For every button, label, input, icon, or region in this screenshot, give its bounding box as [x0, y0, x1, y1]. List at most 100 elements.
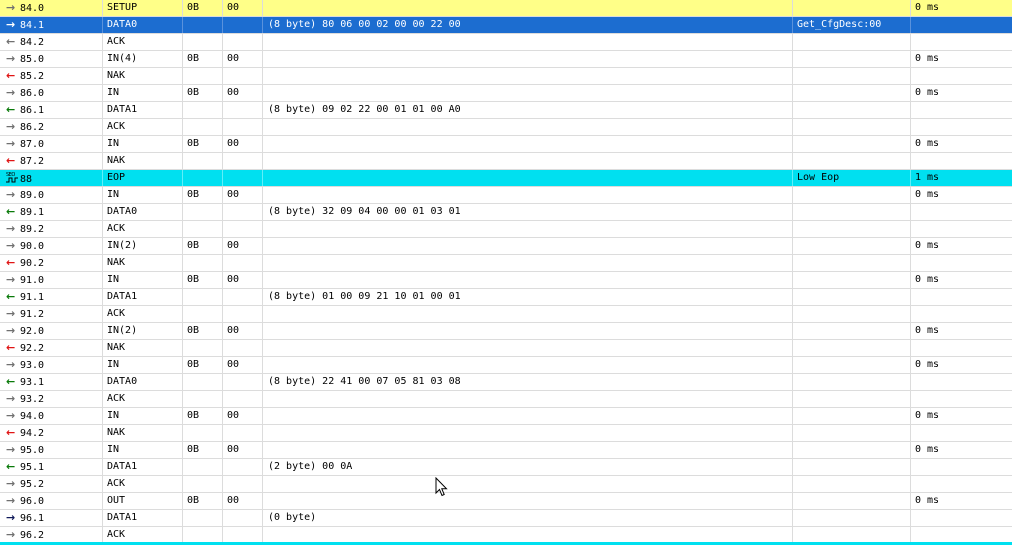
- packet-time: [911, 153, 1012, 169]
- arrow-right-gray-icon: →: [6, 477, 16, 490]
- packet-id: 88: [20, 174, 33, 185]
- packet-id: 96.2: [20, 530, 45, 541]
- device-address: [183, 170, 223, 186]
- packet-row[interactable]: ← 86.1 DATA1 (8 byte) 09 02 22 00 01 01 00 …: [0, 102, 1012, 119]
- endpoint: [223, 391, 263, 407]
- packet-row[interactable]: ← 87.2 NAK: [0, 153, 1012, 170]
- packet-row[interactable]: ← 92.2 NAK: [0, 340, 1012, 357]
- packet-row[interactable]: ← 84.2 ACK: [0, 34, 1012, 51]
- packet-row[interactable]: → 96.0 OUT 0B 00 0 ms: [0, 493, 1012, 510]
- packet-id: 89.2: [20, 224, 45, 235]
- packet-row[interactable]: → 89.2 ACK: [0, 221, 1012, 238]
- packet-row[interactable]: → 95.0 IN 0B 00 0 ms: [0, 442, 1012, 459]
- packet-row[interactable]: ← 93.1 DATA0 (8 byte) 22 41 00 07 05 81 03 …: [0, 374, 1012, 391]
- device-address: [183, 289, 223, 305]
- packet-row[interactable]: → 90.0 IN(2) 0B 00 0 ms: [0, 238, 1012, 255]
- packet-description: Low Eop: [793, 170, 911, 186]
- packet-description: [793, 493, 911, 509]
- packet-row[interactable]: → 89.0 IN 0B 00 0 ms: [0, 187, 1012, 204]
- packet-description: [793, 0, 911, 16]
- packet-id-cell: → 91.2: [0, 306, 103, 322]
- packet-description: [793, 272, 911, 288]
- packet-time: [911, 340, 1012, 356]
- device-address: 0B: [183, 272, 223, 288]
- packet-type: DATA0: [103, 17, 183, 33]
- packet-row[interactable]: ← 91.1 DATA1 (8 byte) 01 00 09 21 10 01 00 …: [0, 289, 1012, 306]
- arrow-left-gray-icon: ←: [6, 35, 16, 48]
- packet-time: 0 ms: [915, 325, 940, 336]
- packet-row[interactable]: → 95.2 ACK: [0, 476, 1012, 493]
- packet-row[interactable]: → 84.1 DATA0 (8 byte) 80 06 00 02 00 00 22 …: [0, 17, 1012, 34]
- packet-time: [911, 374, 1012, 390]
- packet-row[interactable]: ← 95.1 DATA1 (2 byte) 00 0A: [0, 459, 1012, 476]
- packet-row[interactable]: ← 89.1 DATA0 (8 byte) 32 09 04 00 00 01 03 …: [0, 204, 1012, 221]
- packet-time: [911, 391, 1012, 407]
- packet-row[interactable]: → 94.0 IN 0B 00 0 ms: [0, 408, 1012, 425]
- packet-time: [911, 119, 1012, 135]
- packet-row[interactable]: SEO 88 EOP Low Eop 1 ms: [0, 170, 1012, 187]
- packet-id-cell: ← 95.1: [0, 459, 103, 475]
- device-address: [183, 221, 223, 237]
- arrow-left-red-icon: ←: [6, 256, 16, 269]
- packet-row[interactable]: → 91.2 ACK: [0, 306, 1012, 323]
- packet-id-cell: → 89.2: [0, 221, 103, 237]
- packet-row[interactable]: ← 90.2 NAK: [0, 255, 1012, 272]
- packet-data: [263, 119, 793, 135]
- packet-id-cell: ← 93.1: [0, 374, 103, 390]
- packet-id: 86.2: [20, 122, 45, 133]
- packet-row[interactable]: → 87.0 IN 0B 00 0 ms: [0, 136, 1012, 153]
- packet-row[interactable]: → 93.0 IN 0B 00 0 ms: [0, 357, 1012, 374]
- packet-id-cell: → 86.2: [0, 119, 103, 135]
- arrow-left-green-icon: ←: [6, 290, 16, 303]
- arrow-right-gray-icon: →: [6, 137, 16, 150]
- packet-row[interactable]: → 93.2 ACK: [0, 391, 1012, 408]
- packet-data: [263, 476, 793, 492]
- packet-data: (8 byte) 22 41 00 07 05 81 03 08: [263, 374, 793, 390]
- packet-description: [793, 323, 911, 339]
- packet-description: [793, 510, 911, 526]
- sof-icon: SEO: [6, 171, 20, 183]
- packet-data: [263, 85, 793, 101]
- endpoint: [223, 289, 263, 305]
- packet-row[interactable]: ← 94.2 NAK: [0, 425, 1012, 442]
- packet-type: EOP: [103, 170, 183, 186]
- packet-data: (8 byte) 09 02 22 00 01 01 00 A0: [263, 102, 793, 118]
- arrow-right-gray-icon: →: [6, 222, 16, 235]
- packet-type: ACK: [103, 476, 183, 492]
- packet-id-cell: ← 85.2: [0, 68, 103, 84]
- packet-time: 0 ms: [915, 444, 940, 455]
- packet-type: IN(2): [103, 323, 183, 339]
- packet-id: 94.0: [20, 411, 45, 422]
- packet-time: [911, 510, 1012, 526]
- packet-data: [263, 34, 793, 50]
- packet-type: DATA0: [103, 374, 183, 390]
- packet-row[interactable]: → 84.0 SETUP 0B 00 0 ms: [0, 0, 1012, 17]
- packet-row[interactable]: → 85.0 IN(4) 0B 00 0 ms: [0, 51, 1012, 68]
- packet-row[interactable]: → 92.0 IN(2) 0B 00 0 ms: [0, 323, 1012, 340]
- device-address: [183, 306, 223, 322]
- device-address: [183, 17, 223, 33]
- arrow-right-gray-icon: →: [6, 409, 16, 422]
- packet-row[interactable]: → 86.0 IN 0B 00 0 ms: [0, 85, 1012, 102]
- packet-data: [263, 306, 793, 322]
- packet-row[interactable]: → 86.2 ACK: [0, 119, 1012, 136]
- endpoint: [223, 119, 263, 135]
- arrow-right-gray-icon: →: [6, 307, 16, 320]
- packet-id-cell: → 96.0: [0, 493, 103, 509]
- packet-type: DATA0: [103, 204, 183, 220]
- arrow-right-gray-icon: →: [6, 120, 16, 133]
- packet-type: NAK: [103, 340, 183, 356]
- packet-id: 84.1: [20, 20, 45, 31]
- packet-id: 85.0: [20, 54, 45, 65]
- packet-description: [793, 374, 911, 390]
- packet-id-cell: → 85.0: [0, 51, 103, 67]
- packet-row[interactable]: ← 85.2 NAK: [0, 68, 1012, 85]
- packet-row[interactable]: → 91.0 IN 0B 00 0 ms: [0, 272, 1012, 289]
- endpoint: [223, 425, 263, 441]
- packet-time: [911, 255, 1012, 271]
- arrow-right-gray-icon: →: [6, 528, 16, 541]
- packet-description: [793, 408, 911, 424]
- device-address: [183, 255, 223, 271]
- endpoint: 00: [223, 187, 263, 203]
- packet-row[interactable]: → 96.1 DATA1 (0 byte): [0, 510, 1012, 527]
